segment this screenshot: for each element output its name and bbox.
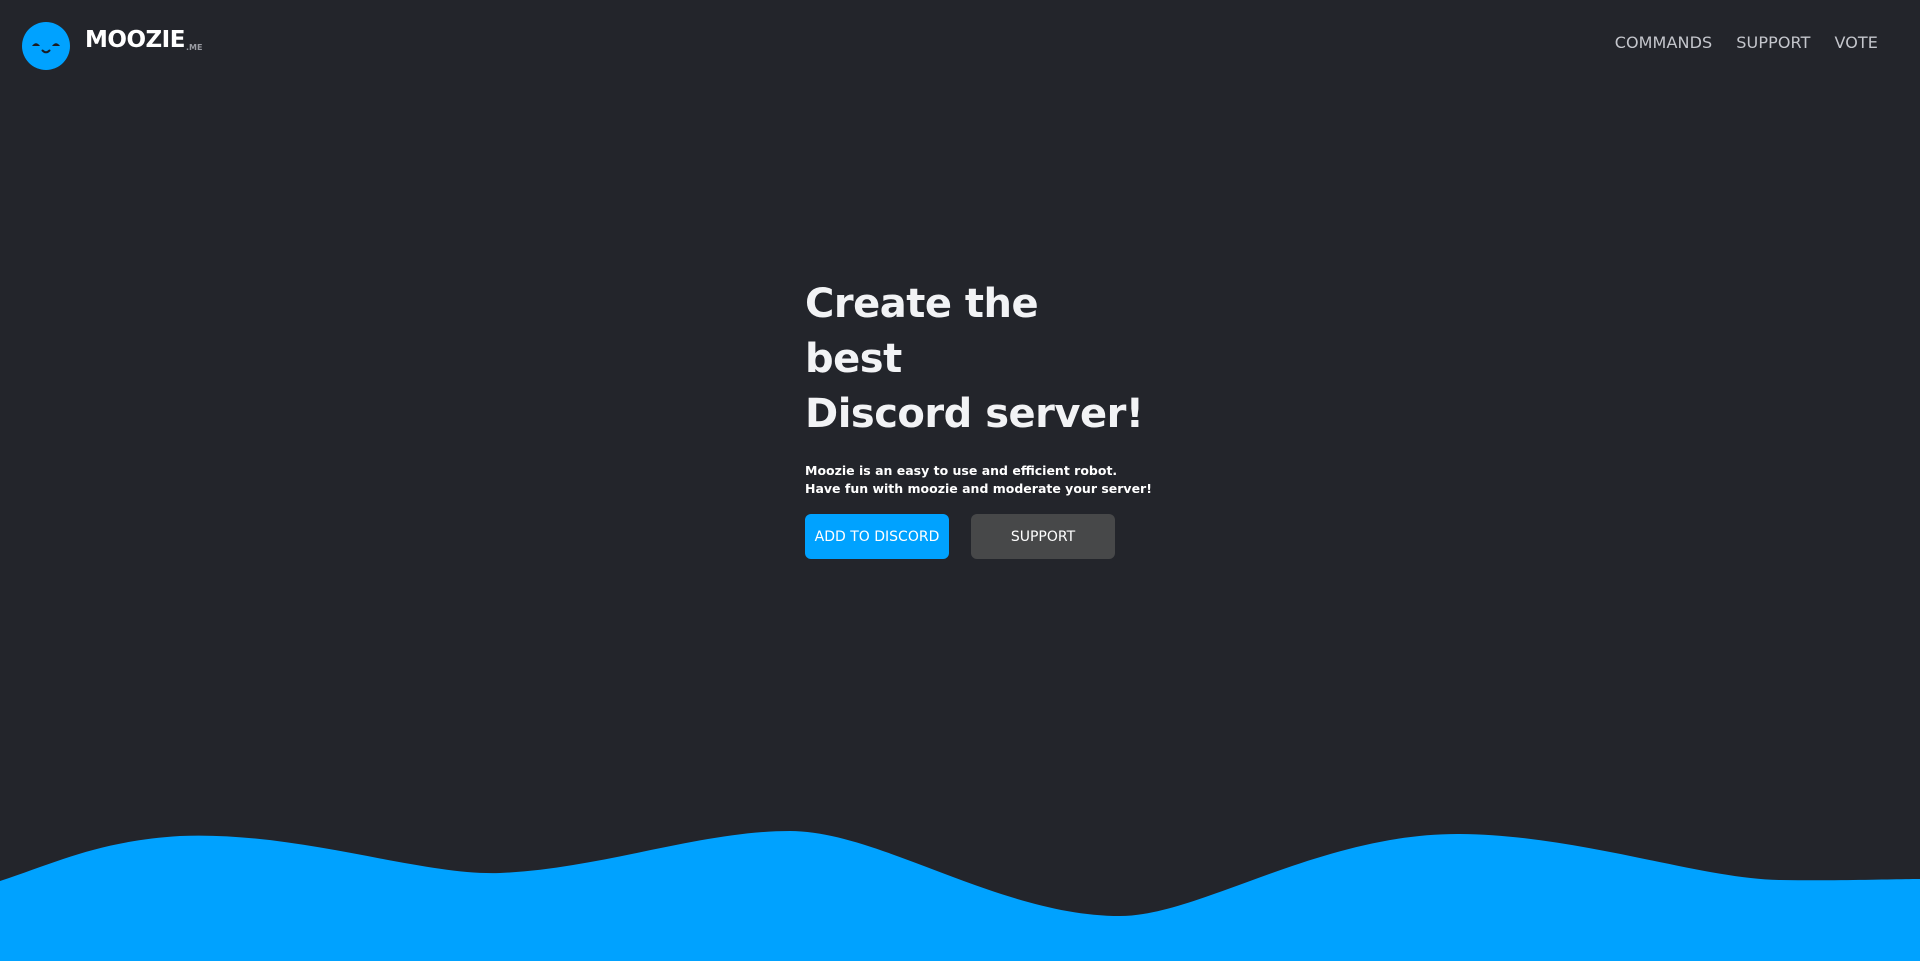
- hero-description: Moozie is an easy to use and efficient r…: [805, 462, 1152, 498]
- hero-section: Create the best Discord server! Moozie i…: [805, 277, 1152, 559]
- brand-wordmark: MOOZIE .ME: [85, 22, 202, 70]
- brand-name: MOOZIE: [85, 27, 185, 53]
- hero-title: Create the best Discord server!: [805, 277, 1145, 442]
- hero-description-line-2: Have fun with moozie and moderate your s…: [805, 481, 1152, 496]
- main-nav: COMMANDS SUPPORT VOTE: [1615, 33, 1878, 52]
- hero-buttons: ADD TO DISCORD SUPPORT: [805, 514, 1145, 559]
- site-header: MOOZIE .ME COMMANDS SUPPORT VOTE: [0, 0, 1920, 92]
- hero-title-line-2: Discord server!: [805, 391, 1144, 437]
- home-logo-link[interactable]: MOOZIE .ME: [22, 22, 202, 70]
- hero-description-line-1: Moozie is an easy to use and efficient r…: [805, 463, 1118, 478]
- brand-tld: .ME: [185, 43, 203, 52]
- add-to-discord-button[interactable]: ADD TO DISCORD: [805, 514, 949, 559]
- blue-wave-graphic: [0, 831, 1920, 961]
- nav-vote-link[interactable]: VOTE: [1834, 33, 1878, 52]
- smiling-face-icon: [22, 22, 70, 70]
- support-button[interactable]: SUPPORT: [971, 514, 1115, 559]
- hero-title-line-1: Create the best: [805, 281, 1039, 382]
- nav-support-link[interactable]: SUPPORT: [1736, 33, 1810, 52]
- nav-commands-link[interactable]: COMMANDS: [1615, 33, 1713, 52]
- landing-page: MOOZIE .ME COMMANDS SUPPORT VOTE Create …: [0, 0, 1920, 961]
